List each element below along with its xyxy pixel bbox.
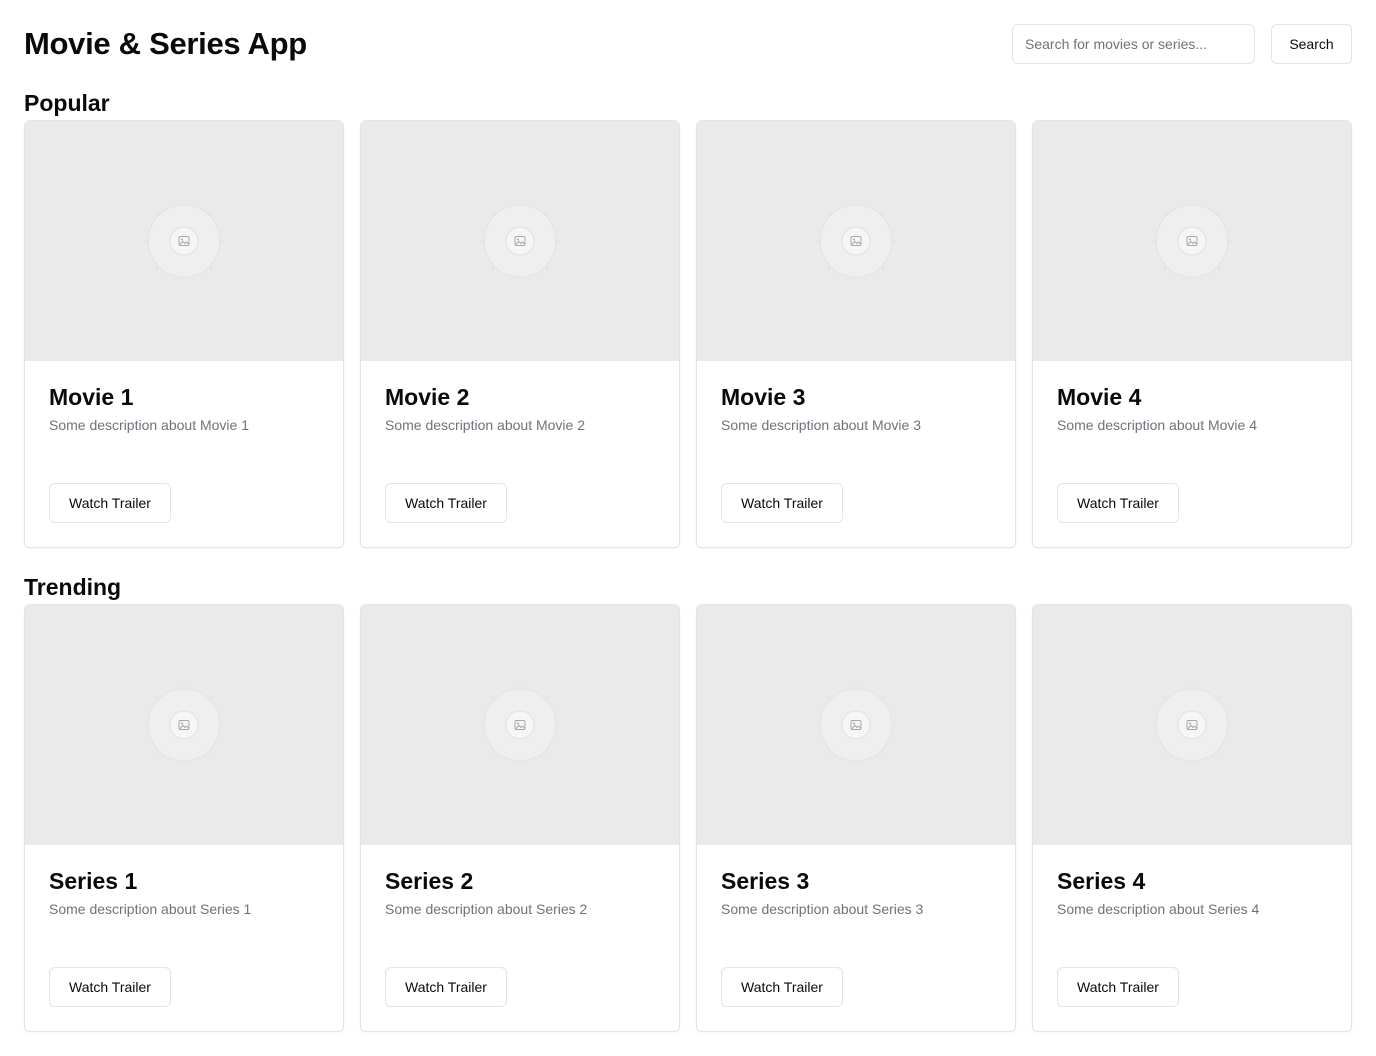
search-input[interactable]: [1012, 24, 1255, 64]
image-placeholder-icon: [144, 201, 224, 281]
series-card: Series 4 Some description about Series 4…: [1032, 604, 1352, 1032]
card-title: Movie 4: [1057, 384, 1142, 410]
watch-trailer-button[interactable]: Watch Trailer: [49, 483, 171, 523]
app-title: Movie & Series App: [24, 26, 307, 61]
series-card: Series 1 Some description about Series 1…: [24, 604, 344, 1032]
watch-trailer-button[interactable]: Watch Trailer: [721, 967, 843, 1007]
watch-trailer-button[interactable]: Watch Trailer: [1057, 483, 1179, 523]
image-placeholder-icon: [144, 685, 224, 765]
section-title-popular: Popular: [24, 90, 110, 116]
card-description: Some description about Movie 3: [721, 417, 921, 433]
popular-grid: Movie 1 Some description about Movie 1 W…: [24, 120, 1352, 548]
card-title: Series 4: [1057, 868, 1146, 894]
card-title: Movie 1: [49, 384, 134, 410]
card-title: Series 2: [385, 868, 474, 894]
movie-card: Movie 2 Some description about Movie 2 W…: [360, 120, 680, 548]
card-image-placeholder: [697, 605, 1015, 845]
watch-trailer-button[interactable]: Watch Trailer: [49, 967, 171, 1007]
movie-card: Movie 3 Some description about Movie 3 W…: [696, 120, 1016, 548]
card-image-placeholder: [697, 121, 1015, 361]
app-header: Movie & Series App Search: [24, 24, 1352, 64]
card-description: Some description about Movie 2: [385, 417, 585, 433]
image-placeholder-icon: [816, 685, 896, 765]
card-image-placeholder: [25, 605, 343, 845]
card-description: Some description about Series 3: [721, 901, 924, 917]
trending-grid: Series 1 Some description about Series 1…: [24, 604, 1352, 1032]
search-button[interactable]: Search: [1271, 24, 1352, 64]
image-placeholder-icon: [1152, 685, 1232, 765]
card-title: Movie 2: [385, 384, 470, 410]
card-description: Some description about Series 2: [385, 901, 588, 917]
card-image-placeholder: [361, 121, 679, 361]
card-description: Some description about Movie 1: [49, 417, 249, 433]
card-image-placeholder: [1033, 605, 1351, 845]
image-placeholder-icon: [480, 685, 560, 765]
movie-card: Movie 1 Some description about Movie 1 W…: [24, 120, 344, 548]
watch-trailer-button[interactable]: Watch Trailer: [385, 483, 507, 523]
watch-trailer-button[interactable]: Watch Trailer: [721, 483, 843, 523]
image-placeholder-icon: [1152, 201, 1232, 281]
card-description: Some description about Series 1: [49, 901, 252, 917]
card-description: Some description about Movie 4: [1057, 417, 1257, 433]
card-description: Some description about Series 4: [1057, 901, 1260, 917]
image-placeholder-icon: [816, 201, 896, 281]
watch-trailer-button[interactable]: Watch Trailer: [1057, 967, 1179, 1007]
card-image-placeholder: [1033, 121, 1351, 361]
card-image-placeholder: [25, 121, 343, 361]
card-title: Series 3: [721, 868, 810, 894]
section-title-trending: Trending: [24, 574, 122, 600]
series-card: Series 3 Some description about Series 3…: [696, 604, 1016, 1032]
series-card: Series 2 Some description about Series 2…: [360, 604, 680, 1032]
card-title: Series 1: [49, 868, 138, 894]
watch-trailer-button[interactable]: Watch Trailer: [385, 967, 507, 1007]
card-image-placeholder: [361, 605, 679, 845]
card-title: Movie 3: [721, 384, 806, 410]
movie-card: Movie 4 Some description about Movie 4 W…: [1032, 120, 1352, 548]
image-placeholder-icon: [480, 201, 560, 281]
